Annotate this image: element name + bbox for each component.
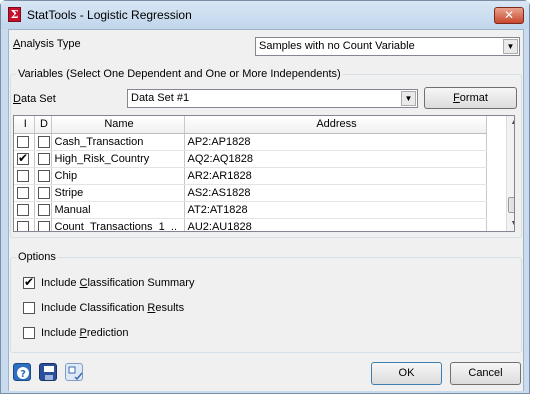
window-title: StatTools - Logistic Regression [27,8,192,22]
row-cell-dependent [34,150,52,168]
independent-checkbox[interactable] [17,220,29,231]
variable-name: Count_Transactions_1_.. [51,218,185,231]
settings-icon[interactable] [65,363,83,381]
dependent-checkbox[interactable] [37,152,50,165]
option-1[interactable]: ✔ Include Classification Summary [23,275,195,290]
analysis-type-value: Samples with no Count Variable [259,40,415,52]
option-label: Include Classification Results [41,302,185,314]
row-cell-independent [14,167,35,185]
dependent-checkbox[interactable] [37,169,50,182]
table-row[interactable]: Manual AT2:AT1828 [14,201,487,219]
dependent-checkbox[interactable] [37,203,50,216]
dependent-checkbox[interactable] [37,135,50,148]
variable-address: AS2:AS1828 [184,184,487,202]
scroll-thumb[interactable] [508,197,514,213]
column-header-d[interactable]: D [34,116,52,134]
cancel-button[interactable]: Cancel [450,362,521,385]
close-button[interactable]: ✕ [494,7,524,24]
analysis-type-label: Analysis Type [13,38,81,50]
table-row[interactable]: Stripe AS2:AS1828 [14,184,487,202]
independent-checkbox[interactable] [17,135,29,148]
checkmark-icon: ✔ [18,150,29,165]
option-label: Include Classification Summary [41,277,195,289]
variable-address: AU2:AU1828 [184,218,487,231]
table-row[interactable]: ✔ High_Risk_Country AQ2:AQ1828 [14,150,487,168]
svg-text:?: ? [20,369,26,380]
row-cell-dependent [34,201,52,219]
option-checkbox[interactable]: ✔ [23,275,35,290]
data-set-label: Data Set [13,93,56,105]
option-label: Include Prediction [41,327,129,339]
stattools-app-icon: Σ [8,7,21,22]
data-set-select[interactable]: Data Set #1 ▼ [127,89,418,108]
column-header-i[interactable]: I [14,116,35,134]
row-cell-independent [14,201,35,219]
variables-table: I D Name Address Cash_Transaction AP2:AP1… [13,115,515,232]
table-header-row: I D Name Address [14,116,487,134]
scroll-down-icon[interactable]: ▼ [507,217,514,231]
help-icon[interactable]: ? [13,363,31,381]
option-checkbox[interactable] [23,327,35,340]
row-cell-independent [14,184,35,202]
table-row[interactable]: Cash_Transaction AP2:AP1828 [14,133,487,151]
ok-button[interactable]: OK [371,362,442,385]
column-header-address[interactable]: Address [184,116,487,134]
dialog-body: Analysis Type Samples with no Count Vari… [8,29,524,391]
variable-name: Chip [51,167,185,185]
row-cell-dependent [34,184,52,202]
title-bar[interactable]: Σ StatTools - Logistic Regression ✕ [1,1,529,29]
variable-name: High_Risk_Country [51,150,185,168]
independent-checkbox[interactable] [17,186,29,199]
scroll-up-icon[interactable]: ▲ [507,116,514,130]
save-icon[interactable] [39,363,57,381]
table-row[interactable]: Count_Transactions_1_.. AU2:AU1828 [14,218,487,231]
option-2[interactable]: Include Classification Results [23,302,185,315]
variable-address: AR2:AR1828 [184,167,487,185]
variable-address: AQ2:AQ1828 [184,150,487,168]
row-cell-dependent [34,133,52,151]
row-cell-independent: ✔ [14,150,35,168]
button-bar: ? OK Cancel [9,356,523,391]
independent-checkbox[interactable]: ✔ [17,150,29,165]
table-row[interactable]: Chip AR2:AR1828 [14,167,487,185]
dependent-checkbox[interactable] [37,186,50,199]
variables-scrollbar[interactable]: ▲ ▼ [506,116,514,231]
independent-checkbox[interactable] [17,203,29,216]
dialog-window: Σ StatTools - Logistic Regression ✕ Anal… [0,0,530,394]
column-header-name[interactable]: Name [51,116,185,134]
option-checkbox[interactable] [23,302,35,315]
format-button[interactable]: Format [424,87,517,109]
data-set-value: Data Set #1 [131,92,190,104]
options-legend: Options [18,251,56,263]
variable-name: Cash_Transaction [51,133,185,151]
variable-address: AP2:AP1828 [184,133,487,151]
variables-legend: Variables (Select One Dependent and One … [18,68,341,80]
close-icon: ✕ [503,8,515,22]
row-cell-dependent [34,218,52,231]
chevron-down-icon[interactable]: ▼ [401,91,416,106]
independent-checkbox[interactable] [17,169,29,182]
chevron-down-icon[interactable]: ▼ [503,39,518,54]
variable-name: Manual [51,201,185,219]
dependent-checkbox[interactable] [37,220,50,231]
variable-address: AT2:AT1828 [184,201,487,219]
row-cell-dependent [34,167,52,185]
row-cell-independent [14,218,35,231]
option-3[interactable]: Include Prediction [23,327,129,340]
variable-name: Stripe [51,184,185,202]
analysis-type-select[interactable]: Samples with no Count Variable ▼ [255,37,520,56]
checkmark-icon: ✔ [24,275,35,290]
row-cell-independent [14,133,35,151]
